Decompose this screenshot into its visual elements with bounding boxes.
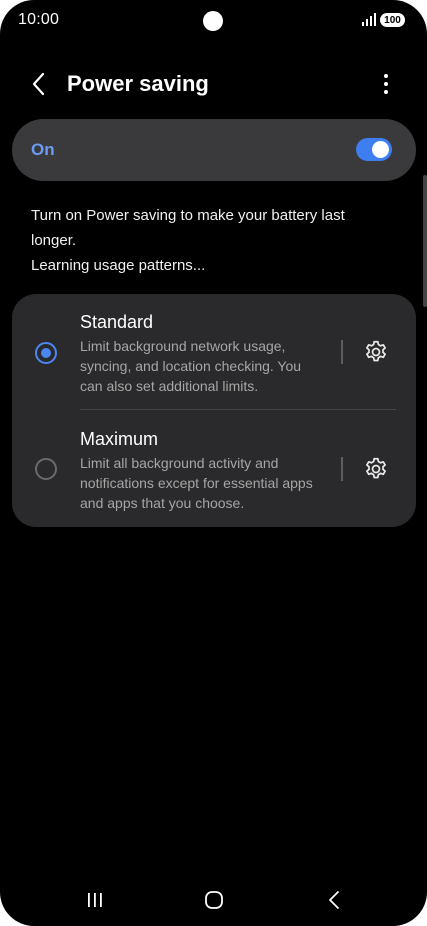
camera-cutout <box>203 11 223 31</box>
page-title: Power saving <box>67 71 209 96</box>
recent-apps-icon[interactable] <box>84 890 106 910</box>
radio-dot <box>41 348 51 358</box>
power-saving-switch-bar[interactable]: On <box>12 119 416 181</box>
phone-screen: 10:00 100 Power saving On Turn on Power … <box>0 0 427 926</box>
navigation-bar <box>0 880 427 922</box>
option-maximum[interactable]: Maximum Limit all background activity an… <box>12 411 416 527</box>
status-time: 10:00 <box>18 11 60 28</box>
option-divider <box>80 409 396 410</box>
power-saving-toggle[interactable] <box>356 138 392 161</box>
gear-icon[interactable] <box>363 339 389 365</box>
radio-unselected-icon[interactable] <box>35 458 57 480</box>
option-title: Maximum <box>80 429 159 449</box>
signal-icon <box>362 13 376 26</box>
scroll-indicator[interactable] <box>423 175 427 307</box>
option-description: Limit all background activity and notifi… <box>80 455 313 511</box>
vertical-separator <box>341 457 343 481</box>
battery-icon: 100 <box>380 13 405 27</box>
app-header: Power saving <box>0 62 427 106</box>
switch-state-label: On <box>31 140 55 159</box>
more-vert-icon[interactable] <box>376 71 396 97</box>
option-description: Limit background network usage, syncing,… <box>80 338 302 394</box>
radio-selected-icon[interactable] <box>35 342 57 364</box>
chevron-left-icon[interactable] <box>28 71 50 97</box>
learning-status-text: Learning usage patterns... <box>31 257 206 274</box>
toggle-knob <box>372 141 389 158</box>
status-bar: 10:00 100 <box>0 0 427 42</box>
power-saving-description: Turn on Power saving to make your batter… <box>31 207 345 249</box>
gear-icon[interactable] <box>363 456 389 482</box>
vertical-separator <box>341 340 343 364</box>
option-title: Standard <box>80 312 154 332</box>
back-icon[interactable] <box>325 889 343 911</box>
home-icon[interactable] <box>204 890 224 910</box>
option-standard[interactable]: Standard Limit background network usage,… <box>12 294 416 410</box>
mode-options-card: Standard Limit background network usage,… <box>12 294 416 527</box>
